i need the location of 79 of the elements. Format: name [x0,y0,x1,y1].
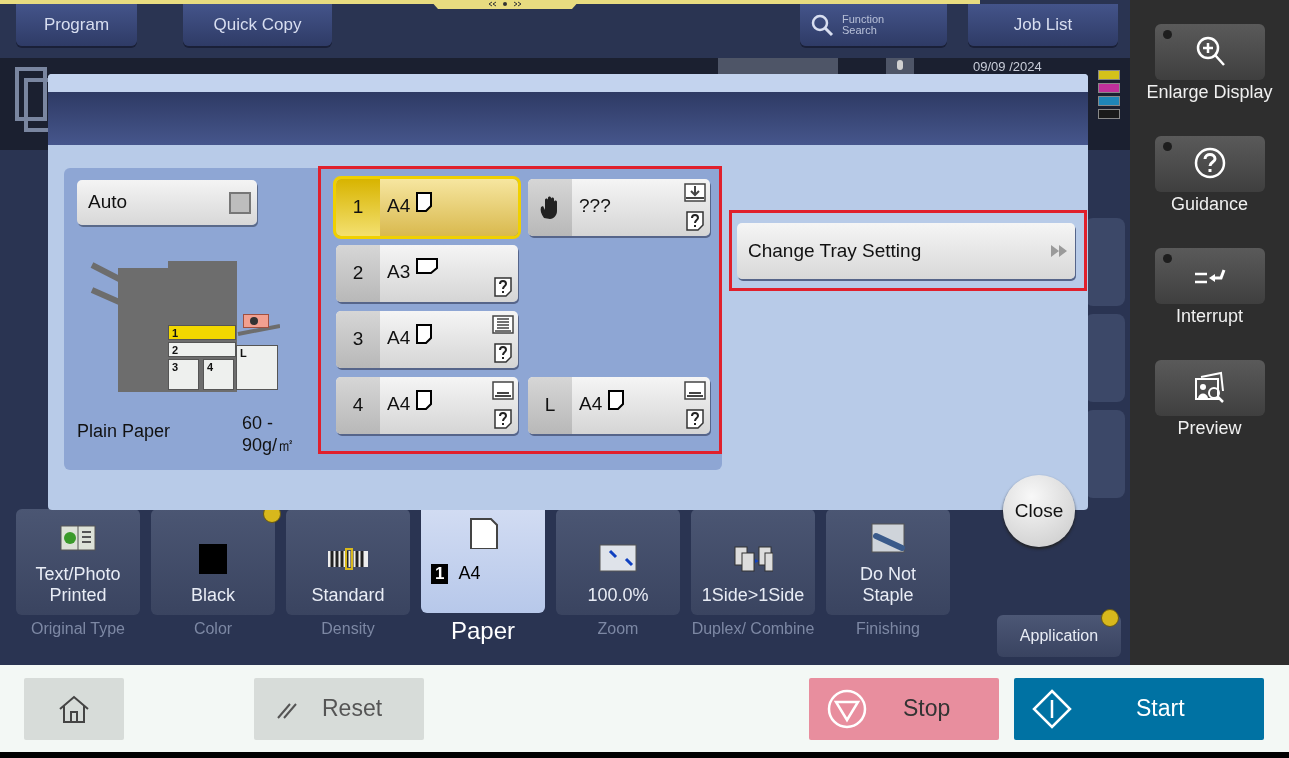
start-button[interactable]: Start [1014,677,1264,740]
side-label: Enlarge Display [1146,82,1273,104]
tile-caption: Duplex/ Combine [691,619,815,639]
tile-caption: Color [193,619,233,639]
counter-icon [885,58,915,74]
side-button[interactable] [1154,136,1265,192]
function-search-button[interactable]: Function Search [800,4,947,46]
side-label: Preview [1177,418,1242,440]
tile-caption: Zoom [597,619,639,639]
tray-number: 1 [431,564,449,585]
side-button[interactable] [1154,24,1265,80]
paper-type: Plain Paper [77,420,171,443]
side-label: Interrupt [1175,306,1243,328]
tray-slot: 1 [168,325,236,340]
tile-value: 100.0% [587,585,649,607]
tile-value: Text/Photo Printed [34,563,122,607]
tile-caption: Density [321,619,375,639]
function-tile[interactable]: Text/Photo Printed [16,509,140,615]
stop-icon [827,688,867,729]
tile-value: Do Not Staple [859,563,917,607]
tray-button[interactable]: 4 A4 [336,377,518,434]
bypass-tray-icon [243,314,269,328]
auto-button[interactable]: Auto [77,180,257,225]
tray-button[interactable]: 1 A4 [336,179,518,236]
tray-slot: 3 [168,359,199,390]
stop-button[interactable]: Stop [809,677,999,740]
paper-stack-low-icon [492,381,514,400]
tray-slot: L [236,345,278,390]
menu-button[interactable]: Program [16,4,137,46]
close-button[interactable]: Close [1003,475,1075,547]
tray-button[interactable]: ??? [528,179,710,236]
checkbox[interactable] [229,191,251,214]
function-tile[interactable]: 1Side>1Side [691,509,815,615]
tray-button[interactable]: 3 A4 [336,311,518,368]
reset-button[interactable]: Reset [254,677,424,740]
side-label: Guidance [1170,194,1249,216]
tray-button[interactable]: 2 A3 [336,245,518,302]
help-icon [1192,147,1227,181]
tile-value: 1Side>1Side [701,585,805,607]
application-button[interactable]: Application [997,615,1121,657]
start-icon [1032,688,1072,729]
date-text: 09/09 /2024 [973,60,1042,73]
menu-button[interactable]: Job List [968,4,1118,46]
tray-slot: 2 [168,342,236,357]
tile-caption: Original Type [31,619,125,639]
side-button[interactable] [1154,360,1265,416]
function-tile[interactable]: 100.0% [556,509,680,615]
tile-caption: Paper [450,617,515,646]
paper-size: A4 [458,563,481,585]
handle-icon[interactable] [430,0,580,9]
menu-tile[interactable] [1085,218,1125,306]
tray-slot: 4 [203,359,234,390]
paper-portrait-icon [608,390,625,410]
paper-stack-low-icon [684,381,706,400]
paper-weight: 60 - 90g/㎡ [242,413,297,457]
menu-tile[interactable] [1085,410,1125,498]
paper-portrait-icon [416,192,433,212]
home-icon [57,693,91,724]
stapler-icon [868,521,908,554]
tray-feed-icon [684,183,706,202]
paper-stack-full-icon [492,315,514,334]
tile-value: Standard [311,585,385,607]
paper-portrait-icon [416,324,433,344]
paper-landscape-icon [416,258,439,274]
paper-portrait-icon [416,390,433,410]
forward-icon [1049,243,1069,259]
function-tile[interactable]: Do Not Staple [826,509,950,615]
search-icon [810,13,834,37]
menu-tile[interactable] [1085,314,1125,402]
tray-button[interactable]: L A4 [528,377,710,434]
menu-button[interactable]: Quick Copy [183,4,332,46]
change-tray-setting-button[interactable]: Change Tray Setting [737,223,1075,279]
preview-icon [1192,371,1227,405]
home-button[interactable] [24,677,124,740]
function-tile[interactable]: Standard [286,509,410,615]
tile-caption: Finishing [856,619,920,639]
interrupt-icon [1193,268,1226,284]
tile-value: Black [191,585,235,607]
function-tile[interactable]: Black [151,509,275,615]
